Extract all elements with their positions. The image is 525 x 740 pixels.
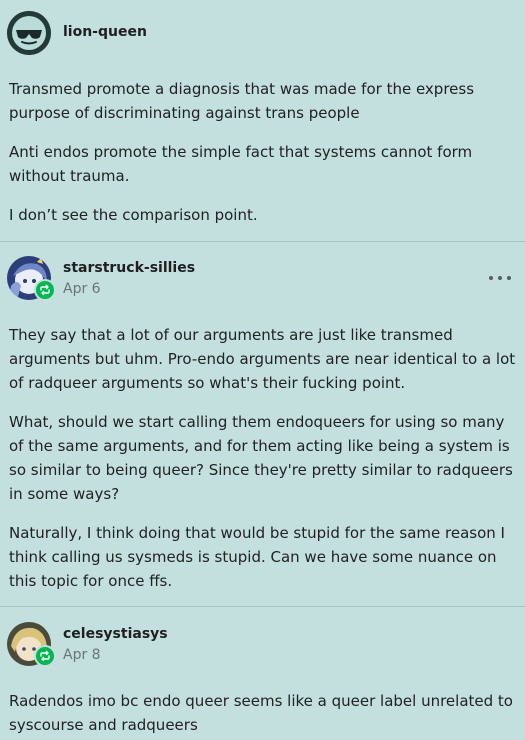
reblog-icon bbox=[40, 650, 50, 662]
post-date[interactable]: Apr 8 bbox=[63, 647, 101, 663]
post-paragraph: Naturally, I think doing that would be s… bbox=[9, 524, 505, 590]
dot-icon bbox=[498, 276, 502, 280]
post-paragraph: Anti endos promote the simple fact that … bbox=[9, 143, 473, 185]
avatar[interactable] bbox=[7, 11, 51, 55]
reblog-badge bbox=[34, 645, 56, 667]
dot-icon bbox=[507, 276, 511, 280]
username[interactable]: celesystiasys bbox=[63, 626, 168, 642]
post-paragraph: Transmed promote a diagnosis that was ma… bbox=[9, 80, 475, 122]
post-paragraph: Radendos imo bc endo queer seems like a … bbox=[9, 692, 513, 734]
post-date[interactable]: Apr 6 bbox=[63, 281, 101, 297]
username[interactable]: lion-queen bbox=[63, 24, 147, 40]
more-options-button[interactable] bbox=[489, 273, 511, 283]
reblog-badge bbox=[34, 279, 56, 301]
divider bbox=[0, 241, 525, 242]
divider bbox=[0, 606, 525, 607]
sunglasses-face-icon bbox=[7, 11, 51, 55]
dot-icon bbox=[489, 276, 493, 280]
username[interactable]: starstruck-sillies bbox=[63, 260, 195, 276]
reblog-icon bbox=[40, 284, 50, 296]
post-paragraph: What, should we start calling them endoq… bbox=[9, 413, 513, 503]
post-paragraph: They say that a lot of our arguments are… bbox=[9, 326, 516, 392]
post-paragraph: I don’t see the comparison point. bbox=[9, 206, 258, 224]
